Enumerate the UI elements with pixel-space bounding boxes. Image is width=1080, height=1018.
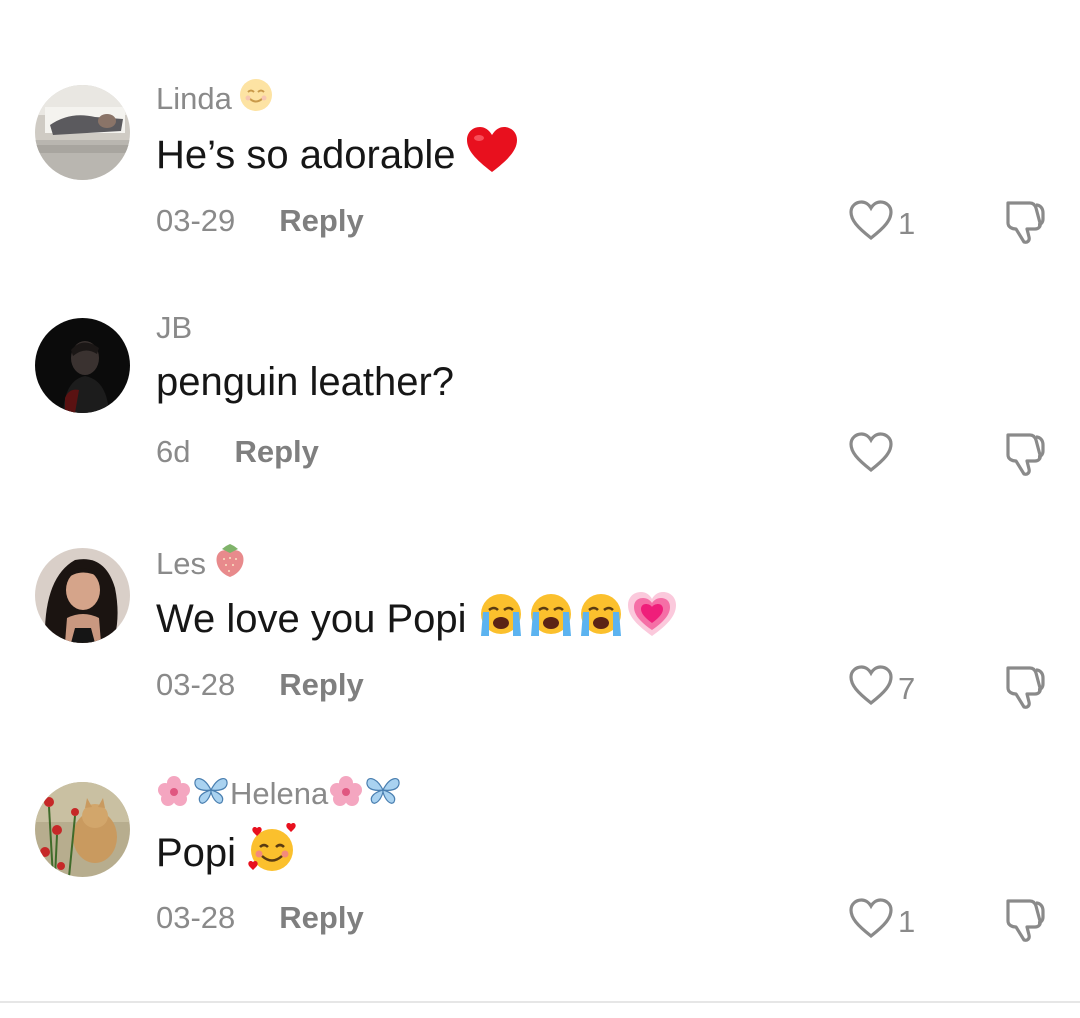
comment-username[interactable]: Les <box>156 541 248 587</box>
comment-item: Linda He’s so adorable 03-29 Reply 1 <box>0 0 1080 244</box>
smiling-face-emoji <box>238 77 274 121</box>
loudly-crying-face-emoji <box>527 590 575 648</box>
comment-body: Popi <box>156 830 237 875</box>
loudly-crying-face-emoji <box>477 590 525 648</box>
comment-username[interactable]: Linda <box>156 77 274 121</box>
comment-meta: 03-28 Reply <box>156 900 364 936</box>
comment-text: He’s so adorable <box>156 126 519 184</box>
red-heart-emoji <box>465 126 519 184</box>
comment-body: We love you Popi <box>156 596 467 641</box>
thumbs-down-icon <box>1000 899 1048 947</box>
comment-item: Helena Popi 03-28 Reply 1 <box>0 698 1080 942</box>
comment-username[interactable]: Helena <box>156 774 402 814</box>
heart-outline-icon <box>848 897 894 947</box>
username-text: Linda <box>156 81 232 116</box>
growing-heart-emoji <box>627 590 677 648</box>
divider <box>0 1001 1080 1003</box>
username-text: JB <box>156 310 193 345</box>
comment-item: Les We love you Popi 03-28 Reply 7 <box>0 464 1080 709</box>
avatar[interactable] <box>35 782 130 877</box>
comment-text: Popi <box>156 822 298 883</box>
comment-body: He’s so adorable <box>156 132 456 177</box>
comment-text: penguin leather? <box>156 360 454 405</box>
like-count: 1 <box>898 904 916 939</box>
hibiscus-icon <box>156 774 192 814</box>
smiling-face-with-hearts-emoji <box>246 822 298 883</box>
butterfly-icon <box>364 774 402 814</box>
butterfly-icon <box>192 774 230 814</box>
avatar[interactable] <box>35 85 130 180</box>
comment-body: penguin leather? <box>156 360 455 404</box>
comment-date: 03-28 <box>156 900 236 935</box>
comment-item: JB penguin leather? 6d Reply <box>0 232 1080 476</box>
comment-text: We love you Popi <box>156 590 677 648</box>
avatar[interactable] <box>35 548 130 643</box>
dislike-button[interactable] <box>1000 897 1048 948</box>
comment-username[interactable]: JB <box>156 310 192 346</box>
strawberry-emoji <box>212 541 248 587</box>
reply-button[interactable]: Reply <box>279 900 363 936</box>
username-text: Helena <box>230 776 329 811</box>
emoji-group <box>477 590 677 648</box>
avatar[interactable] <box>35 318 130 413</box>
like-button[interactable]: 1 <box>848 897 915 947</box>
loudly-crying-face-emoji <box>577 590 625 648</box>
username-text: Les <box>156 546 206 581</box>
hibiscus-icon <box>328 774 364 814</box>
